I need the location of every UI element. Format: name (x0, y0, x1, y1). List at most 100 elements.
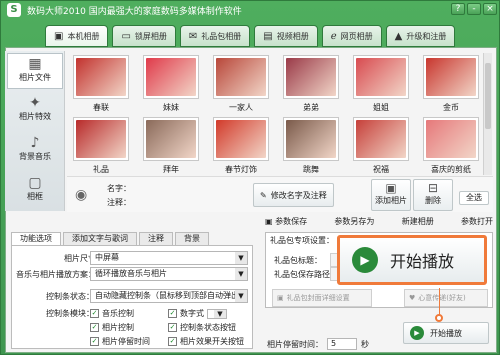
tab-background[interactable]: 背景 (175, 232, 209, 246)
size-select[interactable]: 中屏幕 ▼ (90, 251, 248, 265)
stay-label: 相片停留时间： (267, 339, 323, 349)
photo-thumbnail[interactable] (73, 117, 129, 161)
function-options-panel: 相片尺寸： 中屏幕 ▼ 音乐与相片播放方案： 循环播放音乐与相片 ▼ 控制条状态： … (11, 245, 253, 349)
tab-local-album[interactable]: ▣ 本机相册 (45, 25, 109, 47)
gift-header: 礼品包专项设置： (270, 236, 334, 245)
check-music-control[interactable]: ✓ 音乐控制 (90, 308, 134, 319)
photo-caption: 跳舞 (303, 165, 319, 174)
photo-caption: 喜庆的剪纸 (431, 165, 471, 174)
photo-thumbnail[interactable] (423, 55, 479, 99)
edit-icon: ✎ (260, 190, 267, 200)
photo-item[interactable]: 春节灯饰 (213, 117, 269, 175)
checkbox[interactable]: ✓ (168, 323, 177, 332)
scrollbar-thumb[interactable] (485, 63, 491, 129)
photo-image (356, 120, 406, 158)
photo-item[interactable]: 拜年 (143, 117, 199, 175)
photo-thumbnail[interactable] (283, 117, 339, 161)
open-params-button[interactable]: 参数打开 (461, 216, 493, 227)
album-icon: ▣ (54, 30, 64, 42)
callout-dot (435, 314, 443, 322)
check-effect-toggle[interactable]: ✓ 相片效果开关按钮 (168, 336, 244, 347)
checkbox[interactable]: ✓ (168, 309, 177, 318)
photo-files-icon: ▦ (28, 56, 42, 72)
tab-function-options[interactable]: 功能选项 (11, 232, 61, 246)
new-album-button[interactable]: 新建相册 (402, 216, 434, 227)
gift-cover-detail-button[interactable]: ▣ 礼品包封面详细设置 (272, 289, 372, 307)
photo-thumbnail[interactable] (423, 117, 479, 161)
delete-button[interactable]: ⊟ 删除 (413, 179, 453, 211)
module-label: 控制条模块： (46, 309, 94, 318)
photo-item[interactable]: 春联 (73, 55, 129, 113)
photo-item[interactable]: 喜庆的剪纸 (423, 117, 479, 175)
check-digital[interactable]: ✓ 数字式 ▼ (168, 308, 227, 319)
photo-item[interactable]: 跳舞 (283, 117, 339, 175)
photo-item[interactable]: 祝福 (353, 117, 409, 175)
photo-item[interactable]: 金币 (423, 55, 479, 113)
bar-status-select[interactable]: 自动隐藏控制条（鼠标移到顶部自动弹出） ▼ (90, 289, 248, 303)
checkbox[interactable]: ✓ (90, 323, 99, 332)
photo-caption: 祝福 (373, 165, 389, 174)
check-bar-status-button[interactable]: ✓ 控制条状态按钮 (168, 322, 236, 333)
edit-name-button[interactable]: ✎ 修改名字及注释 (253, 183, 334, 207)
camera-icon: ◉ (75, 187, 88, 203)
tab-upgrade[interactable]: ▲ 升级和注册 (385, 25, 456, 47)
photo-thumbnail[interactable] (353, 117, 409, 161)
digital-style-select[interactable]: ▼ (207, 308, 227, 319)
photo-thumbnail[interactable] (143, 55, 199, 99)
help-button[interactable]: ? (451, 3, 465, 15)
photo-thumbnail[interactable] (73, 55, 129, 99)
checkbox[interactable]: ✓ (90, 309, 99, 318)
select-all-button[interactable]: 全选 (459, 191, 489, 205)
photo-caption: 金币 (443, 103, 459, 112)
close-button[interactable]: × (483, 3, 497, 15)
tab-add-text[interactable]: 添加文字与歌词 (63, 232, 137, 246)
photo-thumbnail[interactable] (283, 55, 339, 99)
music-plan-select[interactable]: 循环播放音乐与相片 ▼ (90, 267, 248, 281)
sidebar-item-effects[interactable]: ✦ 相片特效 (7, 93, 63, 129)
photo-thumbnail[interactable] (143, 117, 199, 161)
send-to-friend-button[interactable]: ♥ 心意传递(好友) (404, 289, 488, 307)
photo-item[interactable]: 一家人 (213, 55, 269, 113)
stay-time-input[interactable]: 5 (327, 338, 357, 350)
checkbox[interactable]: ✓ (90, 337, 99, 346)
photo-caption: 一家人 (229, 103, 253, 112)
tab-notes[interactable]: 注释 (139, 232, 173, 246)
sidebar-item-music[interactable]: ♪ 背景音乐 (7, 133, 63, 169)
photo-thumbnail[interactable] (213, 55, 269, 99)
monitor-icon: ▭ (121, 30, 131, 42)
sidebar-item-photo-files[interactable]: ▦ 相片文件 (7, 53, 63, 89)
tab-web-album[interactable]: ℯ 网页相册 (321, 25, 382, 47)
photo-caption: 拜年 (163, 165, 179, 174)
option-tabs: 功能选项 添加文字与歌词 注释 背景 (11, 232, 209, 246)
add-photo-button[interactable]: ▣ 添加相片 (371, 179, 411, 211)
photo-image (356, 58, 406, 96)
photo-item[interactable]: 姐姐 (353, 55, 409, 113)
check-photo-stay[interactable]: ✓ 相片停留时间 (90, 336, 150, 347)
trash-icon: ⊟ (427, 181, 439, 195)
play-icon: ▶ (352, 247, 378, 273)
photo-image (426, 120, 476, 158)
photo-item[interactable]: 妹妹 (143, 55, 199, 113)
photo-item[interactable]: 弟弟 (283, 55, 339, 113)
start-play-callout-button[interactable]: ▶ 开始播放 (337, 235, 487, 285)
check-photo-control[interactable]: ✓ 相片控制 (90, 322, 134, 333)
tab-gift-album[interactable]: ✉ 礼品包相册 (179, 25, 251, 47)
save-params-button[interactable]: ▣ 参数保存 (265, 216, 307, 227)
photo-thumbnail[interactable] (213, 117, 269, 161)
photo-item[interactable]: 礼品 (73, 117, 129, 175)
photo-image (146, 120, 196, 158)
photo-image (286, 58, 336, 96)
minimize-button[interactable]: - (467, 3, 481, 15)
photo-caption: 春节灯饰 (225, 165, 257, 174)
music-plan-label: 音乐与相片播放方案： (16, 270, 96, 279)
sidebar-item-frame[interactable]: ▢ 相框 (7, 173, 63, 209)
save-as-button[interactable]: 参数另存为 (334, 216, 374, 227)
name-label: 名字： (107, 184, 131, 193)
gift-icon: ▣ (277, 294, 284, 302)
start-play-button[interactable]: ▶ 开始播放 (403, 322, 489, 344)
photo-scrollbar[interactable] (483, 53, 492, 175)
tab-lockscreen-album[interactable]: ▭ 锁屏相册 (112, 25, 176, 47)
tab-video-album[interactable]: ▤ 视频相册 (254, 25, 318, 47)
photo-thumbnail[interactable] (353, 55, 409, 99)
checkbox[interactable]: ✓ (168, 337, 177, 346)
